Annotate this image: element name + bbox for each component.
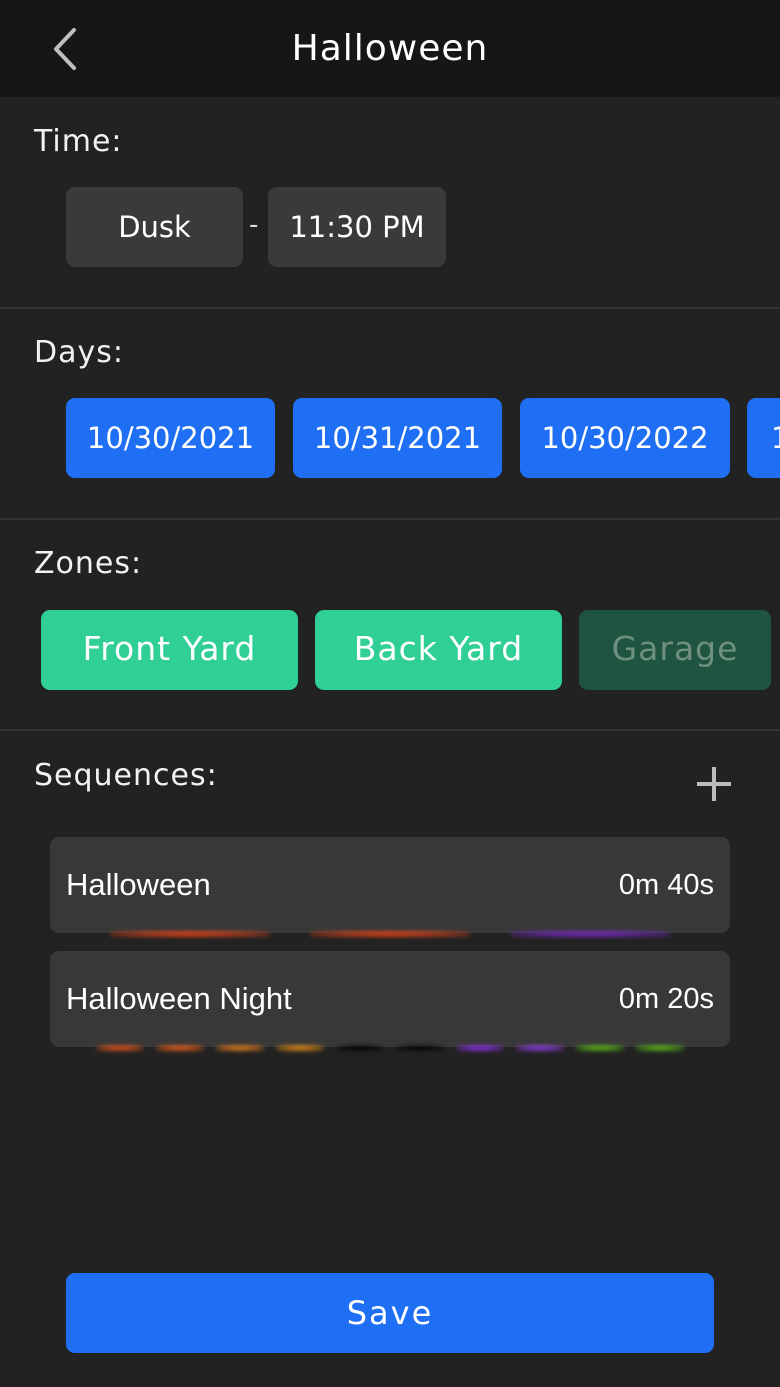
sequence-color-glow xyxy=(216,1045,264,1051)
sequence-color-glow xyxy=(96,1045,144,1051)
divider xyxy=(0,307,780,309)
day-chip[interactable]: 10/30/2022 xyxy=(520,398,730,478)
sequence-color-glow xyxy=(516,1045,564,1051)
sequence-color-glow xyxy=(276,1045,324,1051)
days-label: Days: xyxy=(34,335,124,370)
sequence-color-glow xyxy=(396,1045,444,1051)
sequence-color-glow xyxy=(456,1045,504,1051)
time-separator: - xyxy=(249,210,259,240)
sequence-item[interactable]: Halloween Night 0m 20s xyxy=(50,951,730,1047)
day-chip[interactable]: 1 xyxy=(747,398,780,478)
top-bar: Halloween xyxy=(0,0,780,97)
sequence-item[interactable]: Halloween 0m 40s xyxy=(50,837,730,933)
divider xyxy=(0,518,780,520)
sequence-duration: 0m 20s xyxy=(618,983,714,1015)
start-time-button[interactable]: Dusk xyxy=(66,187,243,267)
plus-icon xyxy=(697,767,731,801)
save-button[interactable]: Save xyxy=(66,1273,714,1353)
time-label: Time: xyxy=(34,124,123,159)
sequence-color-glow xyxy=(156,1045,204,1051)
zone-chip-garage[interactable]: Garage xyxy=(579,610,771,690)
sequence-color-glow xyxy=(576,1045,624,1051)
zone-chip-back-yard[interactable]: Back Yard xyxy=(315,610,562,690)
day-chip[interactable]: 10/30/2021 xyxy=(66,398,275,478)
sequence-duration: 0m 40s xyxy=(618,869,714,901)
sequence-color-glow xyxy=(636,1045,684,1051)
sequence-color-glow xyxy=(510,931,670,937)
zone-chip-front-yard[interactable]: Front Yard xyxy=(41,610,298,690)
day-chip[interactable]: 10/31/2021 xyxy=(293,398,502,478)
sequence-name: Halloween Night xyxy=(66,981,292,1016)
page-title: Halloween xyxy=(291,28,489,69)
sequence-color-glow xyxy=(110,931,270,937)
end-time-button[interactable]: 11:30 PM xyxy=(268,187,446,267)
sequence-color-glow xyxy=(336,1045,384,1051)
sequences-label: Sequences: xyxy=(34,758,218,793)
sequence-color-glow xyxy=(310,931,470,937)
divider xyxy=(0,729,780,731)
add-sequence-button[interactable] xyxy=(690,760,738,808)
zones-label: Zones: xyxy=(34,546,143,581)
sequence-name: Halloween xyxy=(66,867,211,902)
